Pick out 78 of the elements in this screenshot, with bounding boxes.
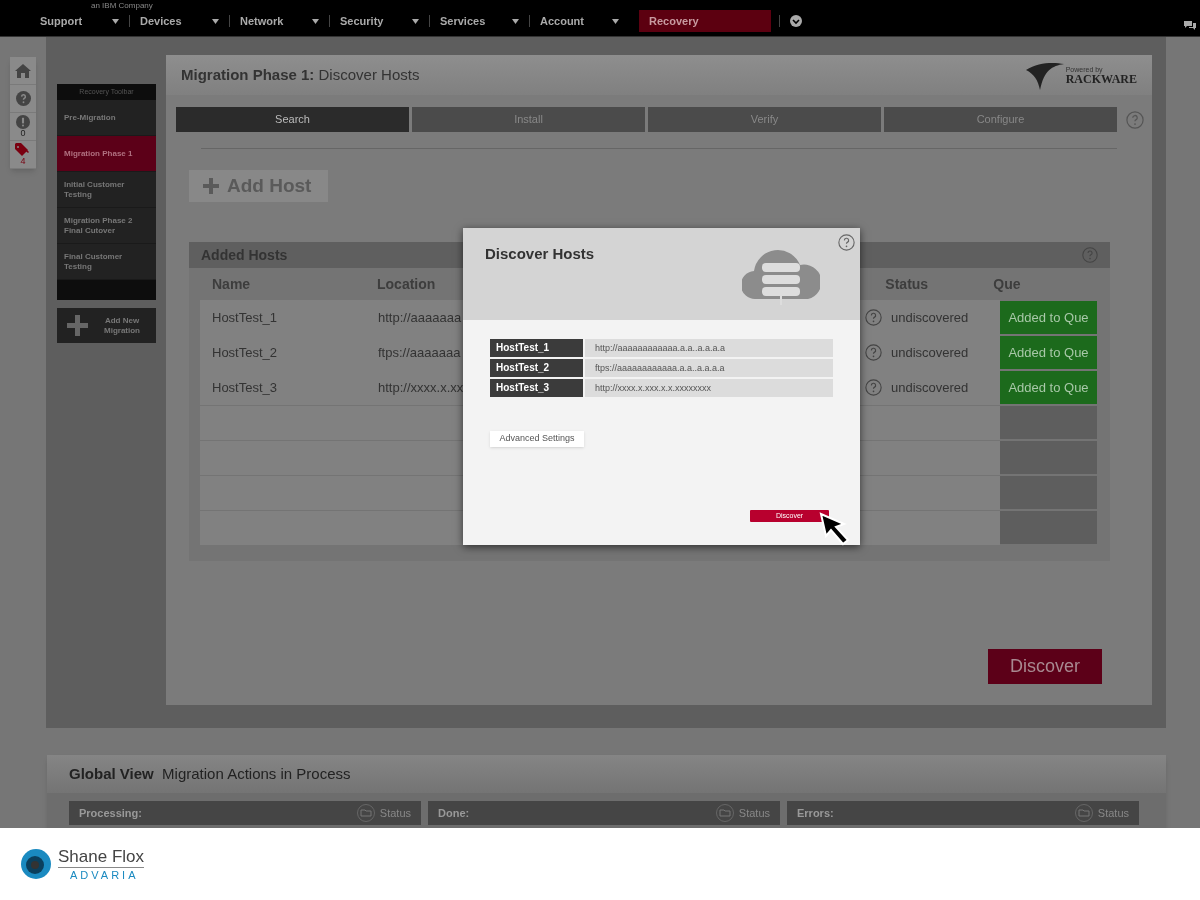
table-cell-text: ftps://aaaaaaa <box>378 343 461 362</box>
host-label: HostTest_1 <box>490 339 583 357</box>
toolbar-item[interactable]: Pre-Migration <box>57 100 156 136</box>
status-label: Status <box>1097 805 1129 821</box>
status-label: Status <box>379 805 411 821</box>
column-label: Processing: <box>79 805 142 821</box>
column-header: Status <box>885 274 930 294</box>
queue-button[interactable]: Added to Que <box>1000 301 1097 334</box>
tag-icon[interactable] <box>15 143 31 157</box>
plus-icon <box>203 178 219 194</box>
caret-icon <box>612 18 619 24</box>
toolbar-item[interactable]: Migration Phase 1 <box>57 136 156 172</box>
host-label: HostTest_2 <box>490 359 583 377</box>
nav-menu-item[interactable]: Recovery <box>639 10 771 32</box>
help-icon[interactable] <box>865 379 882 396</box>
alert-icon[interactable] <box>16 115 30 129</box>
credit-company: ADVARIA <box>70 869 140 881</box>
nav-menu-item[interactable]: Account <box>530 10 629 32</box>
add-migration-button[interactable]: Add New Migration <box>57 308 156 343</box>
help-icon[interactable] <box>15 91 31 106</box>
table-cell-text: undiscovered <box>891 378 970 397</box>
logo-icon <box>20 848 52 880</box>
help-icon[interactable] <box>865 309 882 326</box>
step-tab[interactable]: Install <box>412 107 645 132</box>
chevron-down-icon[interactable] <box>790 15 802 27</box>
chat-icon[interactable] <box>1184 20 1196 30</box>
nav-menu-item[interactable]: Security <box>330 10 429 32</box>
nav-menu-item[interactable]: Devices <box>130 10 229 32</box>
count-label: 4 <box>20 157 26 166</box>
toolbar-item[interactable]: Initial Customer Testing <box>57 172 156 208</box>
folder-icon <box>356 804 375 822</box>
caret-icon <box>412 18 419 24</box>
tagline: an IBM Company <box>91 0 153 12</box>
nav-menu-item[interactable]: Services <box>430 10 529 32</box>
toolbar-item[interactable]: Final Customer Testing <box>57 244 156 280</box>
table-cell-text: HostTest_2 <box>212 343 279 362</box>
count-label: 0 <box>20 129 26 138</box>
table-cell-text: HostTest_3 <box>212 378 279 397</box>
table-cell-text: undiscovered <box>891 343 970 362</box>
toolbar-item[interactable]: Migration Phase 2 Final Cutover <box>57 208 156 244</box>
step-tab[interactable]: Configure <box>884 107 1117 132</box>
column-label: Done: <box>438 805 470 821</box>
nav-menu-item[interactable]: Support <box>30 10 129 32</box>
host-label: HostTest_3 <box>490 379 583 397</box>
step-tab[interactable]: Search <box>176 107 409 132</box>
host-url: http://xxxx.x.xxx.x.x.xxxxxxxx <box>585 379 833 397</box>
column-header: Location <box>377 274 436 294</box>
table-cell-text: undiscovered <box>891 308 970 327</box>
help-icon[interactable] <box>865 344 882 361</box>
credit-name: Shane Flox <box>58 847 144 868</box>
caret-icon <box>112 18 119 24</box>
help-icon[interactable] <box>838 234 855 251</box>
caret-icon <box>212 18 219 24</box>
plus-icon <box>67 315 88 336</box>
home-icon[interactable] <box>15 63 31 78</box>
help-icon[interactable] <box>1126 110 1144 129</box>
host-url: http://aaaaaaaaaaaa.a.a..a.a.a.a <box>585 339 833 357</box>
column-header: Name <box>212 274 252 294</box>
column-header: Que <box>993 274 1021 294</box>
page-title: Migration Phase 1: Discover Hosts <box>181 64 420 85</box>
queue-button[interactable]: Added to Que <box>1000 336 1097 369</box>
column-label: Errors: <box>797 805 834 821</box>
queue-button[interactable]: Added to Que <box>1000 371 1097 404</box>
folder-icon <box>1074 804 1093 822</box>
table-cell-text: HostTest_1 <box>212 308 279 327</box>
table-cell-text: http://aaaaaaa <box>378 308 462 327</box>
folder-icon <box>715 804 734 822</box>
discover-button[interactable]: Discover <box>988 649 1102 684</box>
dialog-title: Discover Hosts <box>485 244 595 264</box>
caret-icon <box>312 18 319 24</box>
step-tab[interactable]: Verify <box>648 107 881 132</box>
advanced-settings-button[interactable]: Advanced Settings <box>490 431 584 447</box>
status-label: Status <box>738 805 770 821</box>
panel-title: Global View Migration Actions in Process <box>69 763 351 784</box>
nav-menu-item[interactable]: Network <box>230 10 329 32</box>
caret-icon <box>512 18 519 24</box>
host-url: ftps://aaaaaaaaaaaa.a.a..a.a.a.a <box>585 359 833 377</box>
table-cell-text: http://xxxx.x.xx <box>378 378 464 397</box>
